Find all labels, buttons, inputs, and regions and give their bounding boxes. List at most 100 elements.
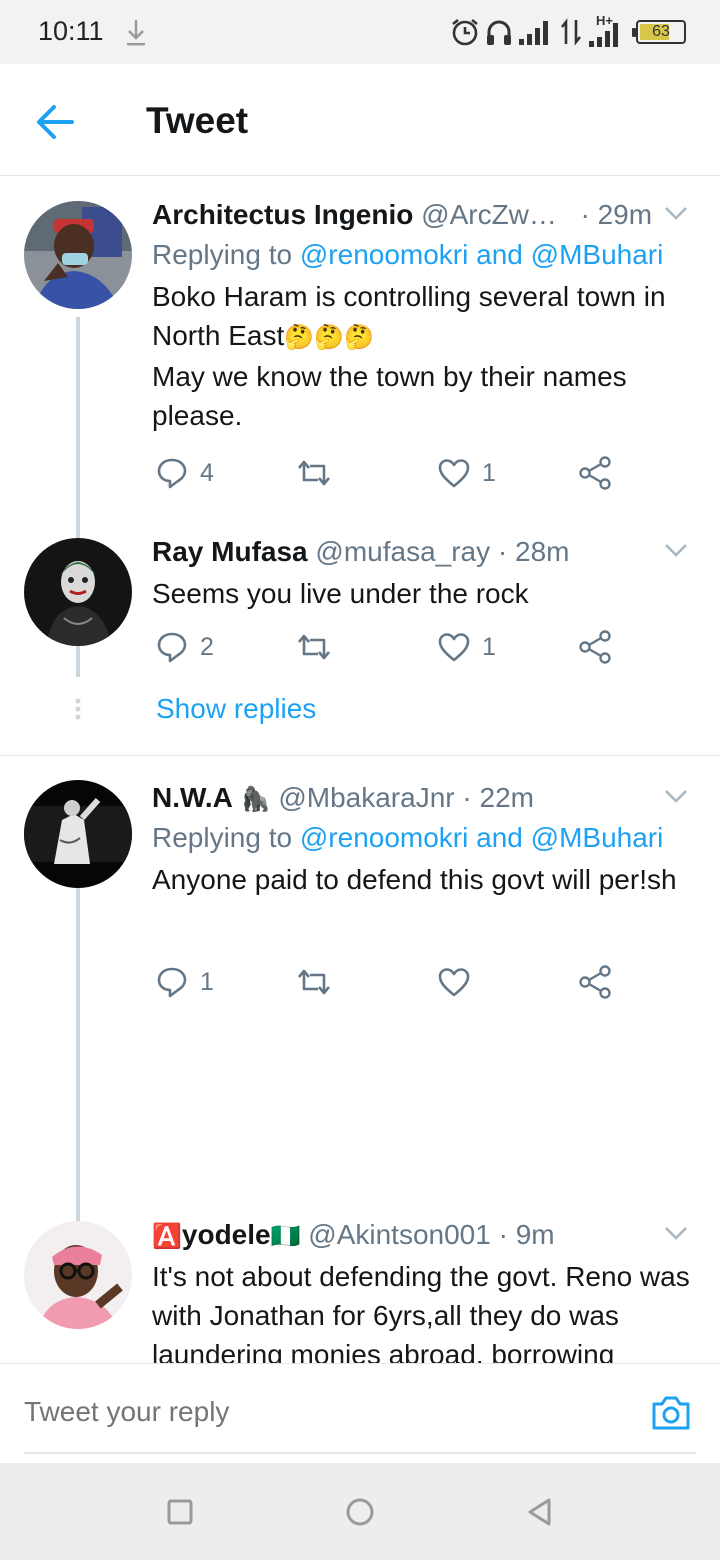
mention-link[interactable]: @renoomokri xyxy=(300,239,468,270)
more-replies-dots xyxy=(75,698,81,720)
retweet-button[interactable] xyxy=(296,962,344,1002)
chevron-down-icon[interactable] xyxy=(662,1223,690,1243)
signal-icon xyxy=(589,23,618,47)
chevron-down-icon[interactable] xyxy=(662,540,690,560)
camera-icon[interactable] xyxy=(650,1394,692,1432)
heart-icon xyxy=(438,459,470,488)
chevron-down-icon[interactable] xyxy=(662,786,690,806)
user-display-name[interactable]: N.W.A xyxy=(152,782,233,813)
signal-hplus: H+ xyxy=(588,13,626,47)
user-display-name-text: yodele xyxy=(181,1219,271,1250)
tweet-text-line: Boko Haram is controlling several town i… xyxy=(152,281,666,351)
tweet-timestamp: · 9m xyxy=(498,1219,555,1250)
letter-a-emoji: 🅰️ xyxy=(152,1223,182,1250)
reply-underline xyxy=(24,1452,696,1454)
mention-joiner: and xyxy=(468,822,531,853)
like-button[interactable]: 1 xyxy=(438,627,496,667)
reply-count: 1 xyxy=(200,967,214,996)
user-handle[interactable]: @Akintson001 xyxy=(308,1219,491,1250)
like-button[interactable] xyxy=(438,962,482,1002)
tweet[interactable]: 🅰️yodele🇳🇬 @Akintson001 · 9m It's not ab… xyxy=(152,1217,690,1363)
status-bar: 10:11 H+ 63 xyxy=(0,0,720,64)
signal-icon xyxy=(519,21,548,45)
replying-to: Replying to @renoomokri and @MBuhari xyxy=(152,237,690,273)
replying-prefix: Replying to xyxy=(152,239,300,270)
like-button[interactable]: 1 xyxy=(438,453,496,493)
reply-button[interactable]: 2 xyxy=(156,627,214,667)
arrow-left-icon[interactable] xyxy=(32,100,78,144)
reply-input[interactable] xyxy=(24,1396,624,1428)
tweet[interactable]: N.W.A 🦍 @MbakaraJnr · 22m Replying to @r… xyxy=(152,780,690,899)
retweet-button[interactable] xyxy=(296,627,344,667)
tweet-timestamp: · 28m xyxy=(497,536,570,567)
avatar-image xyxy=(24,538,132,646)
like-count: 1 xyxy=(482,458,496,487)
mention-link[interactable]: @renoomokri xyxy=(300,822,468,853)
home-circle-icon[interactable] xyxy=(343,1495,377,1529)
tweet-text: Anyone paid to defend this govt will per… xyxy=(152,864,677,895)
tweet-timestamp: · 29m xyxy=(580,199,653,230)
app-header: Tweet xyxy=(0,64,720,176)
reply-thread: Architectus Ingenio @ArcZw… · 29m Replyi… xyxy=(0,177,720,755)
avatar-image xyxy=(24,1221,132,1329)
retweet-button[interactable] xyxy=(296,453,344,493)
data-transfer-icon xyxy=(560,18,582,46)
user-display-name[interactable]: 🅰️yodele🇳🇬 xyxy=(152,1219,300,1250)
back-triangle-icon[interactable] xyxy=(523,1495,557,1529)
user-handle[interactable]: @mufasa_ray xyxy=(315,536,490,567)
mention-joiner: and xyxy=(468,239,531,270)
reply-button[interactable]: 1 xyxy=(156,962,214,1002)
user-handle[interactable]: @MbakaraJnr xyxy=(278,782,454,813)
headphones-icon xyxy=(487,20,511,45)
avatar[interactable] xyxy=(24,538,132,646)
tweet[interactable]: Ray Mufasa @mufasa_ray · 28m Seems you l… xyxy=(152,534,690,613)
share-icon xyxy=(579,965,611,999)
user-display-name[interactable]: Architectus Ingenio xyxy=(152,199,413,230)
tweet-text: Boko Haram is controlling several town i… xyxy=(152,277,690,435)
status-time: 10:11 xyxy=(38,16,104,46)
user-display-name[interactable]: Ray Mufasa xyxy=(152,536,308,567)
share-button[interactable] xyxy=(578,453,612,493)
retweet-icon xyxy=(298,634,330,660)
reply-icon xyxy=(157,458,187,489)
avatar[interactable] xyxy=(24,1221,132,1329)
reply-button[interactable]: 4 xyxy=(156,453,214,493)
mention-link[interactable]: @MBuhari xyxy=(531,822,664,853)
tweet-header: Architectus Ingenio @ArcZw… · 29m xyxy=(152,197,690,233)
share-icon xyxy=(579,456,611,490)
replying-prefix: Replying to xyxy=(152,822,300,853)
mention-link[interactable]: @MBuhari xyxy=(531,239,664,270)
reply-icon xyxy=(157,632,187,663)
show-replies-link[interactable]: Show replies xyxy=(156,693,316,725)
status-icons: H+ 63 xyxy=(450,13,686,50)
download-icon xyxy=(127,20,145,46)
reply-composer xyxy=(0,1363,720,1463)
tweet-header: Ray Mufasa @mufasa_ray · 28m xyxy=(152,534,690,570)
tweet-header: N.W.A 🦍 @MbakaraJnr · 22m xyxy=(152,780,690,816)
share-button[interactable] xyxy=(578,627,612,667)
retweet-icon xyxy=(298,460,330,486)
heart-icon xyxy=(438,968,470,997)
recents-square-icon[interactable] xyxy=(163,1495,197,1529)
avatar-image xyxy=(24,201,132,309)
user-handle[interactable]: @ArcZw… xyxy=(421,199,557,230)
reply-thread: N.W.A 🦍 @MbakaraJnr · 22m Replying to @r… xyxy=(0,756,720,1363)
tweet[interactable]: Architectus Ingenio @ArcZw… · 29m Replyi… xyxy=(152,197,690,435)
avatar-image xyxy=(24,780,132,888)
tweet-feed[interactable]: Architectus Ingenio @ArcZw… · 29m Replyi… xyxy=(0,177,720,1363)
avatar[interactable] xyxy=(24,780,132,888)
tweet-text-line: May we know the town by their names plea… xyxy=(152,361,627,431)
share-button[interactable] xyxy=(578,962,612,1002)
battery-icon: 63 xyxy=(632,20,686,44)
system-nav-bar xyxy=(0,1463,720,1560)
reply-count: 2 xyxy=(200,632,214,661)
alarm-icon xyxy=(452,18,478,46)
tweet-text: It's not about defending the govt. Reno … xyxy=(152,1261,690,1363)
tweet-timestamp: · 22m xyxy=(462,782,534,813)
chevron-down-icon[interactable] xyxy=(662,203,690,223)
heart-icon xyxy=(438,633,470,662)
tweet-actions: 4 1 xyxy=(152,453,632,493)
thinking-emoji: 🤔🤔🤔 xyxy=(284,324,374,351)
tweet-header: 🅰️yodele🇳🇬 @Akintson001 · 9m xyxy=(152,1217,690,1253)
avatar[interactable] xyxy=(24,201,132,309)
